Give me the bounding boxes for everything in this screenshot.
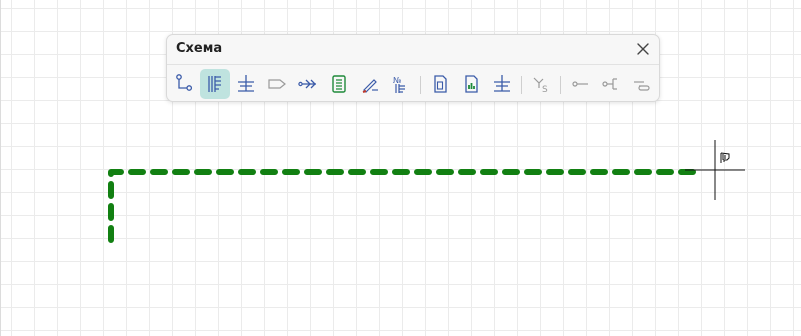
wire-arrow-icon	[298, 79, 316, 89]
label-tag-icon	[268, 79, 286, 89]
toolbar-separator	[560, 76, 561, 94]
tool-cable-cross-section[interactable]: S	[526, 69, 556, 99]
svg-text:№: №	[393, 76, 402, 85]
scheme-panel: Схема № S	[166, 34, 660, 102]
tool-numbering[interactable]: №	[386, 69, 416, 99]
drawing-canvas[interactable]: Схема № S	[0, 0, 801, 336]
panel-title: Схема	[176, 41, 223, 56]
tool-report-chart[interactable]	[456, 69, 486, 99]
tool-ground-symbol[interactable]	[231, 69, 261, 99]
report-chart-icon	[465, 75, 478, 93]
tool-pencil-edit[interactable]	[355, 69, 385, 99]
tool-wire-terminal[interactable]	[596, 69, 626, 99]
panel-header: Схема	[167, 35, 659, 65]
tool-label-tag[interactable]	[262, 69, 292, 99]
toolbar-separator	[420, 76, 421, 94]
wire-terminal-icon	[602, 78, 617, 90]
cable-cross-section-icon: S	[533, 77, 548, 95]
tool-wire-arrow[interactable]	[293, 69, 323, 99]
wire-end-icon	[572, 81, 588, 87]
document-icon	[434, 75, 447, 93]
ground-symbol-icon	[238, 75, 254, 92]
wire-connection-icon	[176, 74, 193, 91]
wire-loop-icon	[634, 81, 650, 91]
toolbar-separator	[521, 76, 522, 94]
tool-wire-loop[interactable]	[627, 69, 657, 99]
tool-document[interactable]	[425, 69, 455, 99]
svg-text:S: S	[542, 85, 548, 95]
tool-multi-wire-bus[interactable]	[200, 69, 230, 99]
multi-wire-bus-icon	[208, 76, 221, 92]
scheme-toolbar: № S	[167, 68, 659, 100]
pencil-edit-icon	[362, 79, 378, 93]
ground-terminal-icon	[494, 75, 510, 92]
dashed-wire-line	[108, 169, 704, 243]
numbering-icon: №	[393, 76, 405, 93]
tool-ground-terminal[interactable]	[487, 69, 517, 99]
crosshair-bus-cursor-icon	[685, 140, 745, 200]
tool-wire-connection[interactable]	[169, 69, 199, 99]
tool-component-insert[interactable]	[324, 69, 354, 99]
component-insert-icon	[332, 75, 346, 93]
tool-wire-end[interactable]	[565, 69, 595, 99]
close-icon[interactable]	[635, 41, 651, 57]
